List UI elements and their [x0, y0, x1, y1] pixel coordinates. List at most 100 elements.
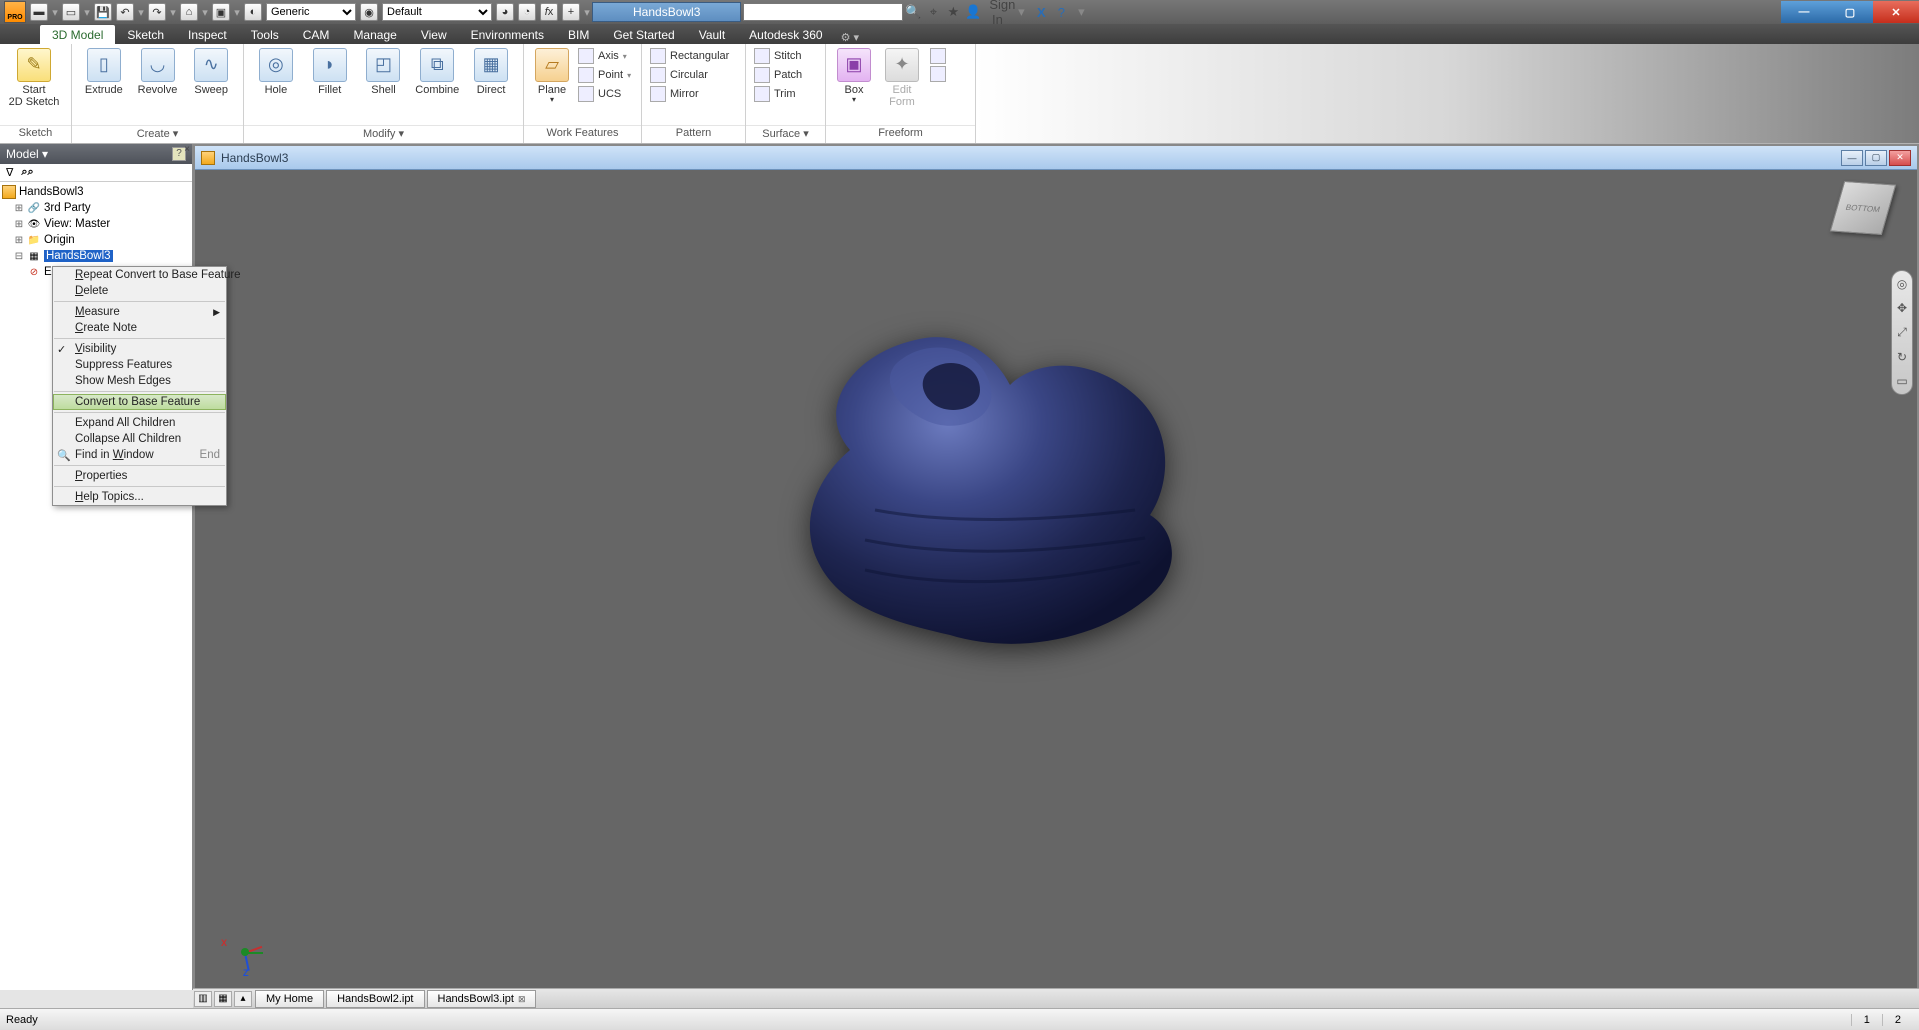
- tab-sketch[interactable]: Sketch: [115, 25, 176, 44]
- circular-button[interactable]: Circular: [650, 67, 729, 83]
- viewport-minimize-button[interactable]: —: [1841, 150, 1863, 166]
- start-2d-sketch-button[interactable]: ✎Start 2D Sketch: [8, 48, 60, 108]
- ctx-expand-all[interactable]: Expand All Children: [53, 415, 226, 431]
- find-icon[interactable]: ⌕⌕: [21, 166, 33, 179]
- ribbon-settings-icon[interactable]: ⚙ ▾: [835, 31, 865, 44]
- qat-color2-icon[interactable]: ◔: [518, 3, 536, 21]
- key-icon[interactable]: ⌖: [925, 4, 941, 20]
- user-icon[interactable]: 👤: [965, 4, 981, 20]
- qat-redo-icon[interactable]: ↷: [148, 3, 166, 21]
- ctx-show-mesh-edges[interactable]: Show Mesh Edges: [53, 373, 226, 389]
- qat-open-icon[interactable]: ▭: [62, 3, 80, 21]
- qat-plus-icon[interactable]: +: [562, 3, 580, 21]
- ctx-collapse-all[interactable]: Collapse All Children: [53, 431, 226, 447]
- ctx-properties[interactable]: Properties: [53, 468, 226, 484]
- patch-button[interactable]: Patch: [754, 67, 802, 83]
- qat-new-icon[interactable]: ▬: [30, 3, 48, 21]
- search-icon[interactable]: 🔍: [905, 4, 921, 20]
- stitch-button[interactable]: Stitch: [754, 48, 802, 64]
- close-button[interactable]: ✕: [1873, 1, 1919, 23]
- document-tab[interactable]: HandsBowl3: [592, 2, 741, 22]
- ctx-delete[interactable]: Delete: [53, 283, 226, 299]
- navigation-bar[interactable]: ◎ ✥ ⤢ ↻ ▭: [1891, 270, 1913, 395]
- ctx-find-in-window[interactable]: 🔍Find in WindowEnd: [53, 447, 226, 463]
- tree-view[interactable]: ⊞👁View: Master: [0, 216, 192, 232]
- maximize-button[interactable]: ▢: [1827, 1, 1873, 23]
- qat-select-icon[interactable]: ▣: [212, 3, 230, 21]
- ctx-create-note[interactable]: Create Note: [53, 320, 226, 336]
- appearance-dropdown[interactable]: Default: [382, 3, 492, 21]
- material-dropdown[interactable]: Generic: [266, 3, 356, 21]
- tree-selected-mesh[interactable]: ⊟▦HandsBowl3: [0, 248, 192, 264]
- close-tab-icon[interactable]: ⊠: [518, 994, 526, 1004]
- ctx-measure[interactable]: Measure▶: [53, 304, 226, 320]
- ctx-convert-base-feature[interactable]: Convert to Base Feature: [53, 394, 226, 410]
- exchange-icon[interactable]: X: [1033, 5, 1049, 20]
- minimize-button[interactable]: —: [1781, 1, 1827, 23]
- revolve-button[interactable]: ◡Revolve: [134, 48, 182, 96]
- tab-manage[interactable]: Manage: [341, 25, 408, 44]
- qat-undo-icon[interactable]: ↶: [116, 3, 134, 21]
- point-button[interactable]: Point▾: [578, 67, 631, 83]
- qat-color1-icon[interactable]: ◕: [496, 3, 514, 21]
- viewport-close-button[interactable]: ✕: [1889, 150, 1911, 166]
- ctx-suppress[interactable]: Suppress Features: [53, 357, 226, 373]
- freeform-extra2-icon[interactable]: [930, 66, 946, 82]
- panel-surface-label[interactable]: Surface ▾: [746, 125, 825, 143]
- 3d-viewport[interactable]: BOTTOM ◎ ✥ ⤢ ↻ ▭: [195, 170, 1917, 988]
- browser-header[interactable]: Model ▾?: [0, 144, 192, 164]
- doctab-my-home[interactable]: My Home: [255, 990, 324, 1008]
- tree-root[interactable]: HandsBowl3: [0, 184, 192, 200]
- tab-scroll-up[interactable]: ▴: [234, 991, 252, 1007]
- qat-material-icon[interactable]: ◐: [244, 3, 262, 21]
- tab-control-1[interactable]: ▥: [194, 991, 212, 1007]
- tab-3d-model[interactable]: 3D Model: [40, 25, 115, 44]
- tab-get-started[interactable]: Get Started: [601, 25, 686, 44]
- zoom-icon[interactable]: ⤢: [1897, 325, 1907, 340]
- trim-button[interactable]: Trim: [754, 86, 802, 102]
- qat-appearance-icon[interactable]: ◉: [360, 3, 378, 21]
- doctab-handsbowl3[interactable]: HandsBowl3.ipt⊠: [427, 990, 537, 1008]
- box-button[interactable]: ▣Box▾: [834, 48, 874, 105]
- extrude-button[interactable]: ▯Extrude: [80, 48, 128, 96]
- qat-save-icon[interactable]: 💾: [94, 3, 112, 21]
- sweep-button[interactable]: ∿Sweep: [187, 48, 235, 96]
- sign-in-link[interactable]: Sign In: [989, 0, 1005, 27]
- ctx-help-topics[interactable]: Help Topics...: [53, 489, 226, 505]
- help-icon[interactable]: ?: [1053, 5, 1069, 20]
- combine-button[interactable]: ⧉Combine: [413, 48, 461, 96]
- mirror-button[interactable]: Mirror: [650, 86, 729, 102]
- doctab-handsbowl2[interactable]: HandsBowl2.ipt: [326, 990, 424, 1008]
- fillet-button[interactable]: ◗Fillet: [306, 48, 354, 96]
- tree-origin[interactable]: ⊞📁Origin: [0, 232, 192, 248]
- plane-button[interactable]: ▱Plane▾: [532, 48, 572, 105]
- tab-autodesk-360[interactable]: Autodesk 360: [737, 25, 834, 44]
- ucs-button[interactable]: UCS: [578, 86, 631, 102]
- freeform-extra1-icon[interactable]: [930, 48, 946, 64]
- star-icon[interactable]: ★: [945, 4, 961, 20]
- axis-button[interactable]: Axis▾: [578, 48, 631, 64]
- viewport-maximize-button[interactable]: ▢: [1865, 150, 1887, 166]
- filter-icon[interactable]: ∇: [6, 166, 13, 179]
- direct-button[interactable]: ▦Direct: [467, 48, 515, 96]
- tab-cam[interactable]: CAM: [291, 25, 342, 44]
- tab-environments[interactable]: Environments: [459, 25, 556, 44]
- lookat-icon[interactable]: ▭: [1896, 374, 1907, 388]
- view-cube[interactable]: BOTTOM: [1830, 181, 1896, 235]
- mesh-body[interactable]: [755, 300, 1195, 660]
- help-search-input[interactable]: [743, 3, 903, 21]
- tree-3rd-party[interactable]: ⊞🔗3rd Party: [0, 200, 192, 216]
- ctx-visibility[interactable]: ✓Visibility: [53, 341, 226, 357]
- browser-close-icon[interactable]: ×: [184, 144, 190, 155]
- panel-modify-label[interactable]: Modify ▾: [244, 125, 523, 143]
- tab-bim[interactable]: BIM: [556, 25, 601, 44]
- tab-control-2[interactable]: ▦: [214, 991, 232, 1007]
- qat-home-icon[interactable]: ⌂: [180, 3, 198, 21]
- viewport-titlebar[interactable]: HandsBowl3 — ▢ ✕: [195, 146, 1917, 170]
- tab-view[interactable]: View: [409, 25, 459, 44]
- wheel-icon[interactable]: ◎: [1897, 277, 1907, 291]
- pan-icon[interactable]: ✥: [1897, 301, 1907, 315]
- tab-inspect[interactable]: Inspect: [176, 25, 239, 44]
- tab-tools[interactable]: Tools: [239, 25, 291, 44]
- app-logo[interactable]: PRO: [4, 1, 26, 23]
